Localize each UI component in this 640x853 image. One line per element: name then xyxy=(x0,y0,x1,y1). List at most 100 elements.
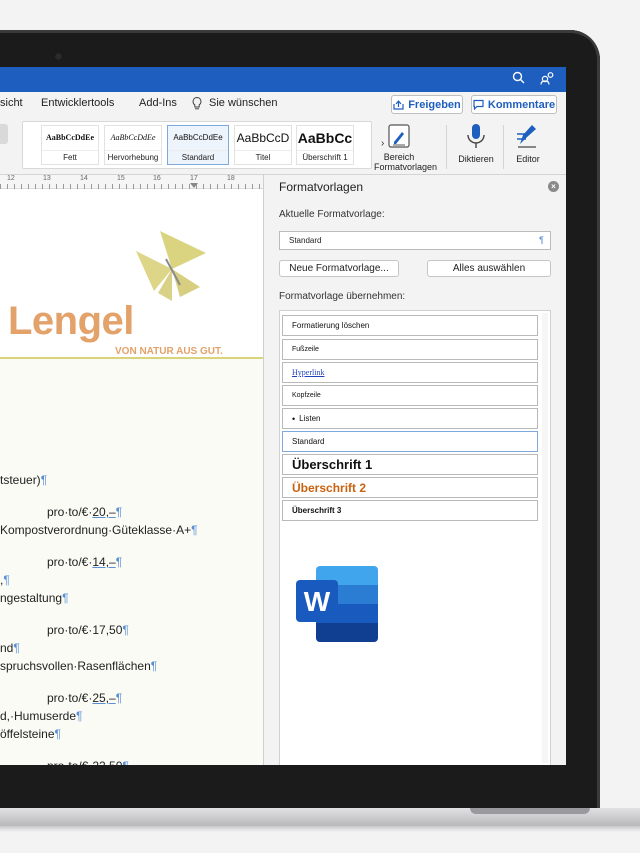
ribbon-separator xyxy=(503,125,504,169)
style-list-item[interactable]: Formatierung löschen xyxy=(282,315,538,336)
pilcrow-icon: ¶ xyxy=(150,659,158,673)
share-button[interactable]: Freigeben xyxy=(391,95,463,114)
style-list-item[interactable]: • Listen xyxy=(282,408,538,429)
line-text: d,·Humuserde xyxy=(0,709,77,723)
style-label: Standard xyxy=(168,150,228,164)
style-label: Hervorhebung xyxy=(105,150,161,164)
line-text: pro·to/€·17,50 xyxy=(47,623,123,637)
close-icon[interactable]: × xyxy=(548,181,559,192)
current-style-field[interactable]: Standard ¶ xyxy=(279,231,551,250)
word-window: sicht Entwicklertools Add-Ins Sie wünsch… xyxy=(0,67,566,765)
line-text: Kompostverordnung·Güteklasse·A+ xyxy=(0,523,192,537)
dictate-button[interactable]: Diktieren xyxy=(454,121,498,164)
document-line[interactable]: ngestaltung¶ xyxy=(0,591,69,605)
ruler-number: 13 xyxy=(43,175,51,182)
document-line[interactable]: pro·to/€·22,50¶ xyxy=(47,759,129,765)
pilcrow-icon: ¶ xyxy=(54,727,61,741)
style-sample: AaBbCcDdEe xyxy=(110,133,156,142)
line-text: öffelsteine xyxy=(0,727,55,741)
tab-entwicklertools[interactable]: Entwicklertools xyxy=(41,97,114,109)
document-line[interactable]: d,·Humuserde¶ xyxy=(0,709,82,723)
ribbon-tabs: sicht Entwicklertools Add-Ins Sie wünsch… xyxy=(0,92,566,119)
style-list-item[interactable]: Hyperlink xyxy=(282,362,538,383)
document-line[interactable]: öffelsteine¶ xyxy=(0,727,61,741)
apply-style-label: Formatvorlage übernehmen: xyxy=(279,291,406,302)
styles-pane-label: Bereich Formatvorlagen xyxy=(374,152,438,172)
pilcrow-icon: ¶ xyxy=(539,235,544,245)
document-line[interactable]: tsteuer)¶ xyxy=(0,473,47,487)
style-list-item[interactable]: Kopfzeile xyxy=(282,385,538,406)
search-icon[interactable] xyxy=(512,71,525,87)
new-style-button[interactable]: Neue Formatvorlage... xyxy=(279,260,399,277)
style-ueberschrift-1[interactable]: AaBbCc Überschrift 1 xyxy=(296,125,354,165)
document-line[interactable]: spruchsvollen·Rasenflächen¶ xyxy=(0,659,157,673)
pilcrow-icon: ¶ xyxy=(122,623,129,637)
document-area[interactable]: 12 13 14 15 16 17 18 Lengel VON NATUR AU… xyxy=(0,175,263,765)
svg-text:W: W xyxy=(304,586,331,617)
ribbon-partial-control[interactable] xyxy=(0,124,8,144)
butterfly-logo-icon xyxy=(136,231,206,301)
line-text: spruchsvollen·Rasenflächen xyxy=(0,659,151,673)
document-line[interactable]: nd¶ xyxy=(0,641,20,655)
horizontal-ruler[interactable]: 12 13 14 15 16 17 18 xyxy=(0,175,263,189)
style-sample: AaBbCcD xyxy=(236,131,290,145)
style-titel[interactable]: AaBbCcD Titel xyxy=(234,125,292,165)
tab-ansicht[interactable]: sicht xyxy=(0,97,23,109)
style-list-label: Formatierung löschen xyxy=(292,321,370,330)
share-people-icon[interactable] xyxy=(540,71,555,88)
document-line[interactable]: pro·to/€·17,50¶ xyxy=(47,623,129,637)
style-list-item[interactable]: Überschrift 1 xyxy=(282,454,538,475)
style-fett[interactable]: AaBbCcDdEe Fett xyxy=(41,125,99,165)
document-line[interactable]: pro·to/€·25,–¶ xyxy=(47,691,122,705)
line-text: pro·to/€· xyxy=(47,505,93,519)
style-list-item[interactable]: Fußzeile xyxy=(282,339,538,360)
laptop-notch xyxy=(470,808,590,814)
current-style-label: Aktuelle Formatvorlage: xyxy=(279,209,385,220)
document-line[interactable]: Kompostverordnung·Güteklasse·A+¶ xyxy=(0,523,198,537)
styles-pane-button[interactable]: Bereich Formatvorlagen xyxy=(374,121,438,172)
pilcrow-icon: ¶ xyxy=(122,759,128,765)
tab-add-ins[interactable]: Add-Ins xyxy=(139,97,177,109)
share-icon xyxy=(393,100,404,110)
company-tagline: VON NATUR AUS GUT. xyxy=(115,346,223,357)
ruler-tab-marker[interactable] xyxy=(190,183,198,188)
ruler-number: 15 xyxy=(117,175,125,182)
share-button-label: Freigeben xyxy=(408,98,461,111)
ruler-number: 17 xyxy=(190,175,198,182)
tell-me-search[interactable]: Sie wünschen xyxy=(209,97,278,109)
style-list-item[interactable]: Standard xyxy=(282,431,538,452)
editor-button[interactable]: Editor xyxy=(508,121,548,164)
style-list-label: Überschrift 3 xyxy=(292,506,342,515)
style-label: Titel xyxy=(235,150,291,164)
styles-gallery: AaBbCcDdEe Fett AaBbCcDdEe Hervorhebung … xyxy=(22,121,384,169)
style-sample: AaBbCc xyxy=(297,130,353,146)
current-style-value: Standard xyxy=(289,236,322,245)
comments-button[interactable]: Kommentare xyxy=(471,95,557,114)
style-list-item[interactable]: Überschrift 3 xyxy=(282,500,538,521)
pilcrow-icon: ¶ xyxy=(115,691,123,705)
style-list-scrollbar[interactable] xyxy=(542,313,548,763)
line-text: nd xyxy=(0,641,14,655)
style-standard[interactable]: AaBbCcDdEe Standard xyxy=(167,125,229,165)
style-list-item[interactable]: Überschrift 2 xyxy=(282,477,538,498)
pilcrow-icon: ¶ xyxy=(115,505,123,519)
document-line[interactable]: pro·to/€·20,–¶ xyxy=(47,505,122,519)
style-list-label: Listen xyxy=(299,414,321,423)
word-logo-icon: W xyxy=(296,566,378,642)
style-list-label: Fußzeile xyxy=(292,346,319,353)
ruler-number: 14 xyxy=(80,175,88,182)
line-text: ngestaltung xyxy=(0,591,63,605)
pilcrow-icon: ¶ xyxy=(115,555,123,569)
style-label: Überschrift 1 xyxy=(297,150,353,164)
camera xyxy=(54,52,63,61)
title-bar xyxy=(0,67,566,92)
document-line[interactable]: ,¶ xyxy=(0,573,10,587)
pane-title: Formatvorlagen xyxy=(279,180,364,194)
line-text: pro·to/€· xyxy=(47,555,93,569)
style-list-label: Überschrift 2 xyxy=(292,480,367,495)
select-all-button[interactable]: Alles auswählen xyxy=(427,260,551,277)
editor-pen-icon xyxy=(517,125,536,148)
style-hervorhebung[interactable]: AaBbCcDdEe Hervorhebung xyxy=(104,125,162,165)
line-text: pro·to/€·22,50 xyxy=(47,759,122,765)
document-line[interactable]: pro·to/€·14,–¶ xyxy=(47,555,122,569)
